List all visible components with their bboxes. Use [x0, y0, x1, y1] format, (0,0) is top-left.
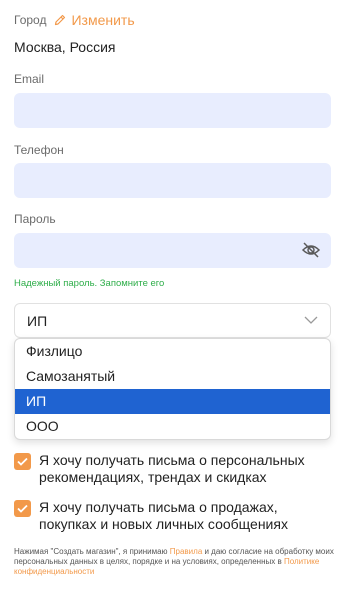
password-field[interactable] — [14, 233, 331, 268]
legal-form-dropdown: Физлицо Самозанятый ИП ООО — [14, 338, 331, 440]
change-city-link[interactable]: Изменить — [54, 12, 135, 28]
legal-form-select[interactable]: ИП — [14, 303, 331, 338]
password-hint: Надежный пароль. Запомните его — [14, 278, 165, 289]
password-label: Пароль — [14, 212, 56, 226]
phone-field[interactable] — [14, 163, 331, 198]
phone-label: Телефон — [14, 143, 64, 157]
consent-recommendations-text: Я хочу получать письма о персональных ре… — [39, 452, 305, 485]
check-icon — [17, 504, 28, 513]
option-ooo[interactable]: ООО — [15, 414, 330, 439]
email-label: Email — [14, 72, 45, 86]
check-icon — [17, 457, 28, 466]
registration-form: Город Изменить Москва, Россия Email Теле… — [0, 0, 354, 600]
legal-notice: Нажимая "Создать магазин", я принимаю Пр… — [14, 547, 334, 577]
option-individual[interactable]: Физлицо — [15, 339, 330, 364]
eye-off-icon — [301, 242, 321, 258]
toggle-password-visibility[interactable] — [301, 241, 321, 262]
consent-sales-text: Я хочу получать письма о продажах, покуп… — [39, 499, 288, 532]
city-value: Москва, Россия — [14, 39, 116, 55]
option-self-employed[interactable]: Самозанятый — [15, 364, 330, 389]
consent-recommendations-checkbox[interactable] — [14, 453, 31, 470]
city-label: Город — [14, 13, 47, 27]
consent-recommendations-row: Я хочу получать письма о персональных ре… — [14, 452, 329, 486]
change-city-label: Изменить — [71, 12, 135, 28]
rules-link[interactable]: Правила — [170, 547, 202, 556]
consent-sales-row: Я хочу получать письма о продажах, покуп… — [14, 499, 329, 533]
city-row: Город Изменить — [14, 12, 135, 28]
legal-form-selected: ИП — [27, 312, 48, 329]
chevron-down-icon — [304, 316, 318, 324]
email-field[interactable] — [14, 93, 331, 128]
consent-sales-checkbox[interactable] — [14, 500, 31, 517]
pencil-icon — [55, 14, 66, 26]
option-ip[interactable]: ИП — [15, 389, 330, 414]
legal-text-part1: Нажимая "Создать магазин", я принимаю — [14, 547, 170, 556]
